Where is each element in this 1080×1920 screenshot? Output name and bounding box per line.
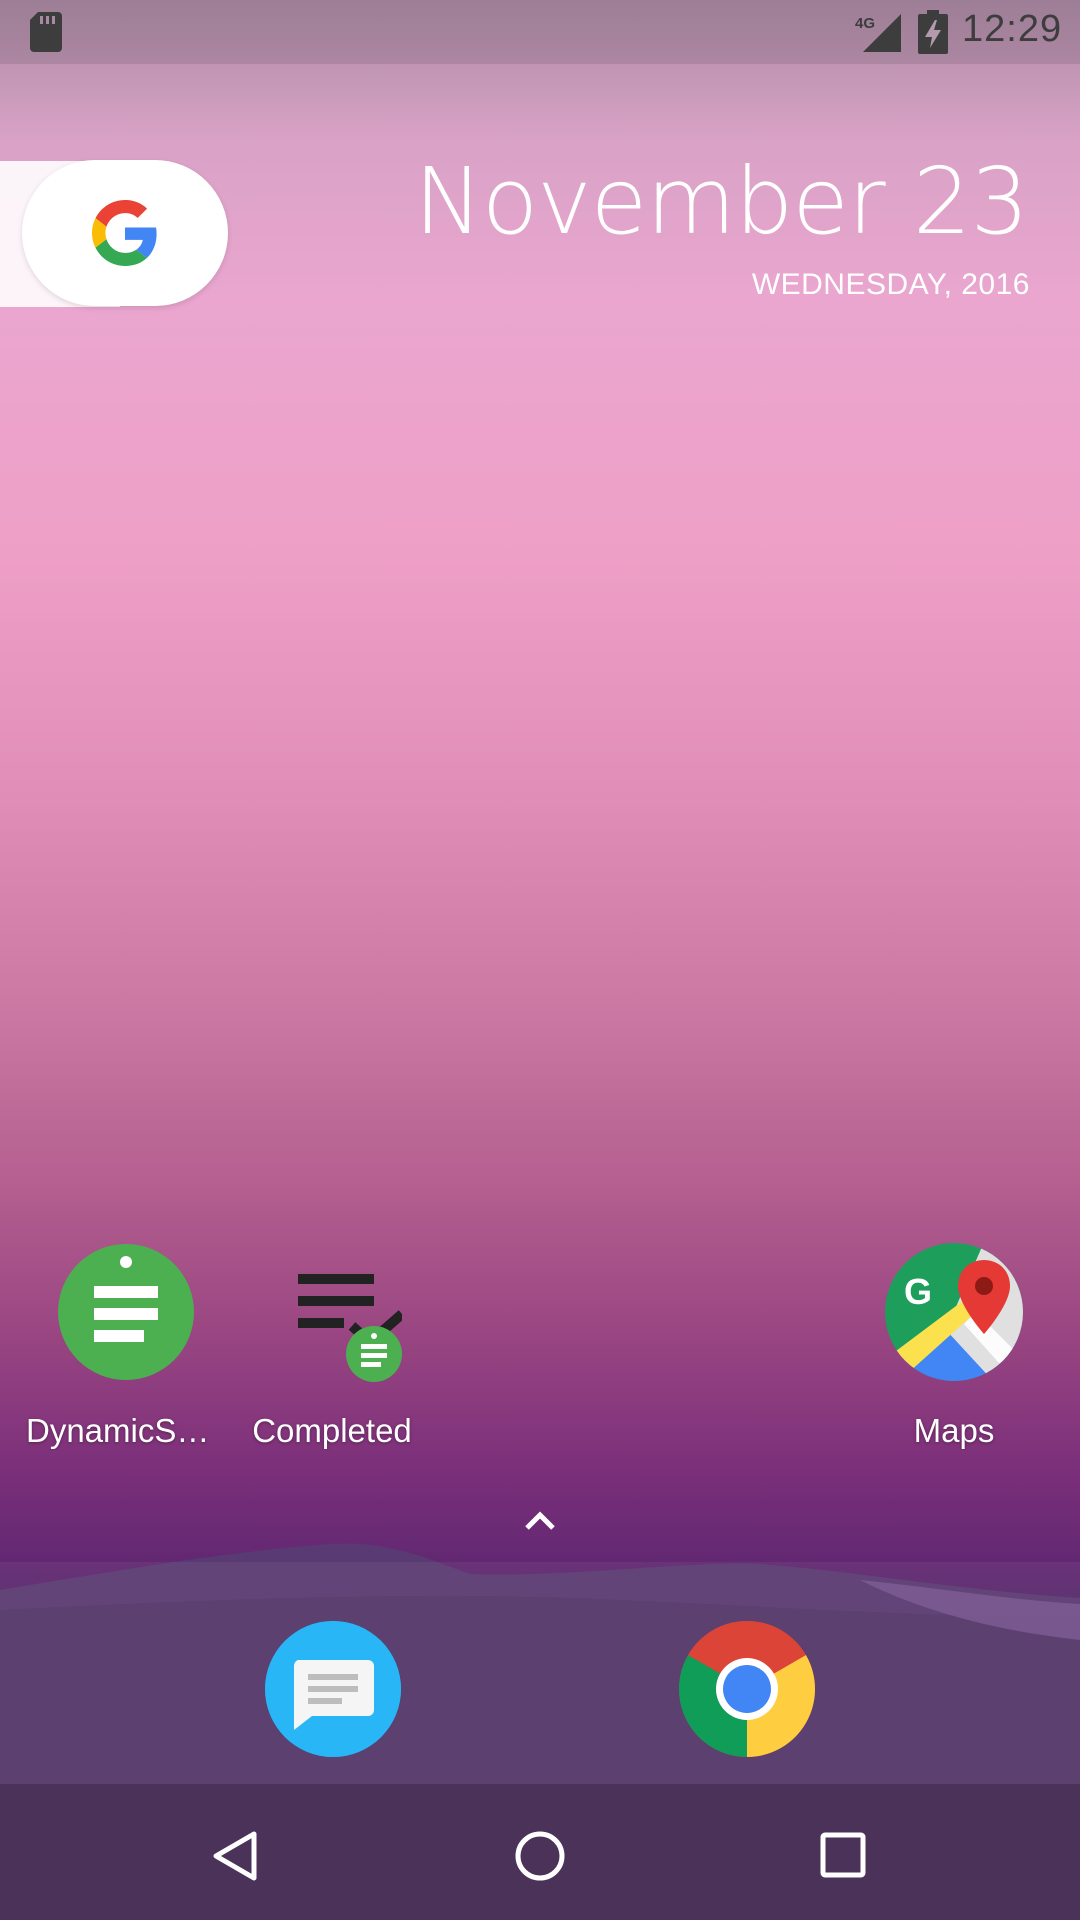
date-widget-day-year[interactable]: WEDNESDAY, 2016 bbox=[752, 268, 1030, 302]
sd-card-icon bbox=[30, 12, 62, 52]
app-label: DynamicSho.. bbox=[26, 1412, 226, 1449]
back-icon[interactable] bbox=[210, 1830, 260, 1882]
chrome-app-icon[interactable] bbox=[678, 1620, 816, 1758]
home-icon[interactable] bbox=[514, 1830, 566, 1882]
date-widget-date[interactable]: November 23 bbox=[414, 148, 1029, 255]
navigation-bar bbox=[0, 1784, 1080, 1920]
svg-text:G: G bbox=[904, 1271, 932, 1312]
app-label: Completed bbox=[252, 1412, 412, 1449]
dock bbox=[0, 1562, 1080, 1784]
network-4g-icon: 4G bbox=[855, 14, 901, 52]
maps-app-icon: G bbox=[885, 1243, 1023, 1381]
google-g-icon bbox=[92, 200, 157, 266]
recents-icon[interactable] bbox=[820, 1832, 866, 1878]
status-bar: 4G 12:29 bbox=[0, 0, 1080, 64]
completed-shortcut-icon bbox=[298, 1274, 402, 1382]
google-search-button[interactable] bbox=[22, 160, 228, 306]
app-label: Maps bbox=[913, 1412, 995, 1449]
dynamic-shortcuts-app-icon bbox=[58, 1244, 194, 1380]
battery-charging-icon bbox=[918, 10, 948, 54]
status-clock: 12:29 bbox=[962, 8, 1063, 50]
app-maps[interactable]: G Maps bbox=[854, 1242, 1054, 1450]
messages-app-icon[interactable] bbox=[264, 1620, 402, 1758]
app-completed-shortcut[interactable]: Completed bbox=[232, 1242, 432, 1450]
app-dynamic-shortcuts[interactable]: DynamicSho.. bbox=[26, 1242, 226, 1450]
home-screen: 4G 12:29 November 23 WEDNESDAY, 2016 Dyn… bbox=[0, 0, 1080, 1920]
network-type-label: 4G bbox=[855, 15, 875, 32]
